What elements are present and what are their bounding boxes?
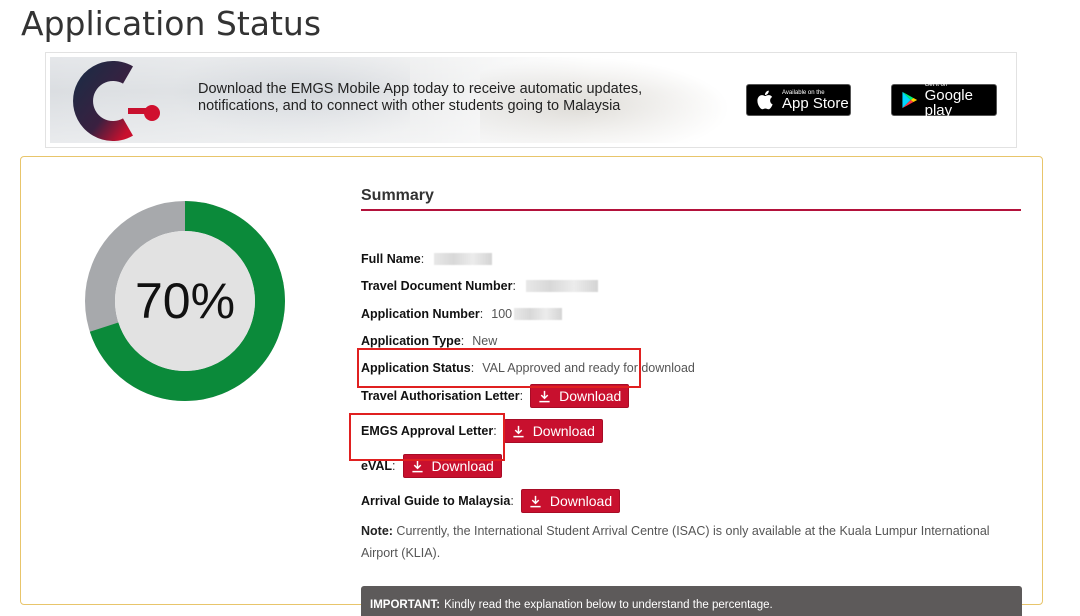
full-name-redacted — [434, 253, 493, 265]
tal-download-label: Download — [559, 388, 622, 404]
highlight-box-tal — [357, 348, 641, 388]
eval-label: eVAL — [361, 459, 393, 473]
download-icon — [513, 425, 524, 437]
google-play-big-text: Google play — [924, 87, 973, 119]
approval-download-label: Download — [532, 423, 595, 439]
important-text: Kindly read the explanation below to und… — [444, 599, 773, 611]
banner-text: Download the EMGS Mobile App today to re… — [198, 81, 643, 114]
app-type-row: Application Type: New — [361, 334, 498, 348]
travel-doc-label: Travel Document Number — [361, 279, 513, 293]
highlight-box-eval — [349, 413, 505, 461]
app-type-label: Application Type — [361, 334, 461, 348]
arrival-download-button[interactable]: Download — [520, 489, 621, 513]
download-icon — [411, 460, 423, 472]
google-play-button[interactable]: Get it on Google play — [891, 82, 997, 119]
download-icon — [539, 390, 550, 402]
app-number-redacted — [514, 308, 563, 320]
app-store-button[interactable]: Available on the App Store — [746, 84, 851, 116]
approval-download-button[interactable]: Download — [503, 419, 603, 443]
emgs-logo-icon — [73, 61, 160, 141]
app-number-row: Application Number: 100 — [361, 307, 563, 321]
arrival-label: Arrival Guide to Malaysia — [361, 494, 511, 508]
app-store-big-text: App Store — [782, 94, 849, 112]
travel-doc-redacted — [525, 280, 598, 292]
note-text: Currently, the International Student Arr… — [361, 524, 990, 560]
full-name-row: Full Name: — [361, 252, 493, 266]
summary-section: Summary Full Name: Travel Document Numbe… — [361, 187, 1022, 616]
app-number-label: Application Number — [361, 307, 480, 321]
page-title: Application Status — [21, 4, 322, 43]
arrival-row: Arrival Guide to Malaysia: Download — [361, 489, 621, 513]
apple-icon — [757, 90, 773, 110]
app-promo-banner[interactable]: Download the EMGS Mobile App today to re… — [45, 52, 1017, 148]
app-number-value: 100 — [491, 307, 513, 321]
full-name-label: Full Name — [361, 252, 421, 266]
arrival-note: Note: Currently, the International Stude… — [361, 520, 1021, 564]
arrival-download-label: Download — [549, 493, 613, 509]
google-play-icon — [902, 91, 918, 109]
progress-percent-label: 70% — [134, 273, 236, 329]
note-label: Note: — [361, 524, 393, 538]
download-icon — [530, 495, 541, 507]
travel-doc-row: Travel Document Number: — [361, 279, 598, 293]
important-notice-bar: IMPORTANT: Kindly read the explanation b… — [361, 586, 1022, 616]
summary-title: Summary — [361, 187, 1021, 211]
app-type-value: New — [472, 334, 498, 348]
important-label: IMPORTANT: — [370, 599, 441, 611]
application-status-panel: 70% Summary Full Name: Travel Document N… — [20, 156, 1043, 616]
tal-label: Travel Authorisation Letter — [361, 389, 520, 403]
